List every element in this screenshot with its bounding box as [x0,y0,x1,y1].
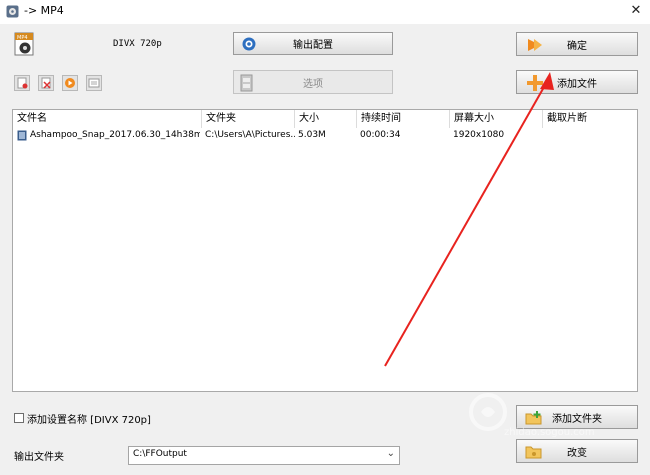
mp4-format-icon: MP4 [14,32,36,58]
change-button[interactable]: 改变 [516,439,638,463]
window-title: -> MP4 [24,4,64,17]
options-label: 选项 [303,78,323,90]
column-header-filename[interactable]: 文件名 [13,110,202,128]
add-setting-name-label: 添加设置名称 [DIVX 720p] [27,415,151,426]
svg-text:MP4: MP4 [17,35,28,41]
video-file-icon [17,130,27,144]
cell-clip [546,128,636,143]
close-button[interactable]: ✕ [628,2,644,20]
column-header-clip[interactable]: 截取片断 [543,110,637,128]
output-folder-label: 输出文件夹 [14,452,64,463]
output-folder-combo[interactable]: C:\FFOutput ⌄ [128,446,400,465]
ok-button[interactable]: 确定 [516,32,638,56]
table-row[interactable]: Ashampoo_Snap_2017.06.30_14h38m35s... C:… [13,128,637,143]
file-list[interactable]: 文件名 文件夹 大小 持续时间 屏幕大小 截取片断 Ashampoo_Snap_… [12,109,638,392]
column-header-size[interactable]: 大小 [295,110,357,128]
title-bar: -> MP4 ✕ [0,0,650,24]
output-config-label: 输出配置 [293,40,333,51]
column-header-screen-size[interactable]: 屏幕大小 [450,110,543,128]
add-setting-name-checkbox[interactable] [14,413,24,423]
output-config-button[interactable]: 输出配置 [233,32,393,55]
ok-label: 确定 [567,40,587,52]
column-header-folder[interactable]: 文件夹 [202,110,295,128]
sogou-logo-icon [469,393,507,431]
output-folder-value: C:\FFOutput [133,449,187,459]
cell-size: 5.03M [298,130,326,140]
cell-screen-size: 1920x1080 [453,130,505,140]
info-icon[interactable] [86,75,102,91]
clear-icon[interactable] [38,75,54,91]
change-label: 改变 [567,447,587,459]
chevron-down-icon[interactable]: ⌄ [387,448,395,459]
format-name: DIVX 720p [113,39,162,49]
play-icon[interactable] [62,75,78,91]
add-folder-button[interactable]: 添加文件夹 [516,405,638,429]
add-file-button[interactable]: 添加文件 [516,70,638,94]
cell-filename: Ashampoo_Snap_2017.06.30_14h38m35s... [30,130,200,140]
cell-folder: C:\Users\A\Pictures... [205,130,295,140]
options-button[interactable]: 选项 [233,70,393,94]
app-icon [6,5,19,18]
column-header-duration[interactable]: 持续时间 [357,110,450,128]
remove-icon[interactable] [14,75,30,91]
cell-duration: 00:00:34 [360,130,401,140]
add-file-label: 添加文件 [557,78,597,90]
add-folder-label: 添加文件夹 [552,413,602,425]
